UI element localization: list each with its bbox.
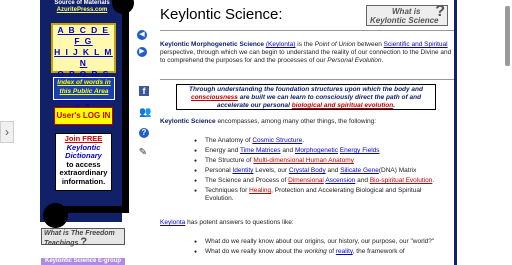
previous-page-arrow[interactable]: ›: [0, 121, 14, 143]
item-text: The Science and Process of: [205, 177, 289, 184]
pen-icon[interactable]: ✎: [138, 148, 148, 158]
item-text: and: [325, 167, 341, 174]
list-item: The Structure of Multi-dimensional Human…: [194, 157, 450, 165]
list-item: What do we really know about the working…: [194, 248, 450, 256]
encompasses-text: encompasses, among many other things, th…: [215, 118, 377, 125]
item-link[interactable]: Dimensional: [288, 177, 324, 184]
page-title: Keylontic Science:: [160, 6, 283, 23]
keylonta-link[interactable]: Keylonta: [160, 219, 185, 226]
encompasses-list: The Anatomy of Cosmic Structure. Energy …: [194, 137, 450, 205]
item-link[interactable]: Cosmic Structure: [252, 137, 302, 144]
item-text: and: [280, 147, 295, 154]
item-text: What do we really know about the: [205, 248, 305, 255]
freedom-teachings-link[interactable]: What is The Freedom Teachings ?: [41, 228, 125, 248]
item-text: of: [326, 248, 336, 255]
list-item: What do we really know about our origins…: [194, 238, 450, 246]
item-link[interactable]: Silicate Gene: [340, 167, 379, 174]
item-text: Levels, our: [253, 167, 289, 174]
item-link[interactable]: Ascension: [325, 177, 355, 184]
question-mark-icon: ?: [80, 236, 88, 248]
list-item: The Science and Process of Dimensional A…: [194, 177, 450, 185]
intro-ital: Point of Union: [314, 41, 356, 48]
rail-bottom-cap: [43, 203, 68, 228]
play-forward-icon[interactable]: ▶: [137, 47, 147, 57]
sidebar-rail: [122, 0, 129, 210]
people-icon[interactable]: 👥: [139, 108, 151, 118]
logo-line1: What is: [392, 7, 421, 16]
intro-paragraph: Keylontic Morphogenetic Science (Keylont…: [160, 41, 452, 65]
item-text: The Structure of: [205, 157, 254, 164]
intro-text: perspective, through which we can begin …: [160, 49, 452, 64]
item-link[interactable]: Healing: [249, 187, 271, 194]
questions-list: What do we really know about our origins…: [194, 238, 450, 258]
item-text: .: [432, 177, 435, 184]
list-item: Personal Identity Levels, our Crystal Bo…: [194, 167, 450, 175]
content-right-border: [454, 0, 457, 265]
list-item: Techniques for Healing, Protection and A…: [194, 187, 450, 203]
item-text: and: [355, 177, 370, 184]
alphabet-index[interactable]: A B C D E F G H I J K L M N O P Q R S T …: [51, 23, 116, 112]
keylonta-link[interactable]: (Keylonta): [266, 41, 296, 48]
banner-line: Through understanding the foundation str…: [189, 86, 423, 93]
intro-text: between: [355, 41, 384, 48]
item-text: Energy and: [205, 147, 240, 154]
item-text: , the framework of: [352, 248, 405, 255]
item-text: Techniques for: [205, 187, 250, 194]
encompasses-bold: Keylontic Science: [160, 118, 216, 125]
question-mark-icon: ?: [435, 3, 445, 20]
banner-line: accelerate our personal: [216, 102, 292, 109]
source-of-materials: Source of Materials AzuritePress.com: [43, 0, 121, 14]
item-link[interactable]: Time Matrices: [240, 147, 281, 154]
index-of-words-link[interactable]: Index of words in this Public Area: [53, 77, 115, 100]
intro-text: is the: [295, 41, 315, 48]
answers-text: has potent answers to questions like:: [185, 219, 294, 226]
item-link[interactable]: Bio-spiritual Evolution: [370, 177, 433, 184]
item-link[interactable]: Energy Fields: [340, 147, 380, 154]
item-text: (DNA) Matrix: [378, 167, 417, 174]
divider: [160, 30, 455, 31]
answers-paragraph: Keylonta has potent answers to questions…: [160, 219, 452, 227]
login-button[interactable]: User's LOG IN: [54, 107, 113, 125]
intro-bold: Keylontic Morphogenetic Science: [160, 41, 265, 48]
facebook-icon[interactable]: f: [139, 86, 149, 96]
dict-description: to access extraordinary information.: [59, 159, 108, 186]
dict-title[interactable]: Keylontic Dictionary: [56, 143, 111, 161]
logo-line2: Keylontic Science: [370, 16, 439, 25]
consciousness-link[interactable]: consciousness: [191, 94, 238, 101]
list-item: The Anatomy of Cosmic Structure.: [194, 137, 450, 145]
banner-line: .: [393, 102, 396, 109]
item-link[interactable]: Crystal Body: [289, 167, 326, 174]
scientific-spiritual-link[interactable]: Scientific and Spiritual: [384, 41, 448, 48]
item-link[interactable]: Identity: [232, 167, 253, 174]
source-link[interactable]: AzuritePress.com: [43, 7, 121, 14]
item-link[interactable]: Morphogenetic: [295, 147, 338, 154]
evolution-link[interactable]: biological and spiritual evolution: [292, 102, 393, 109]
intro-ital: Personal Evolution: [327, 57, 382, 64]
item-text: working: [304, 248, 327, 255]
item-text: Personal: [205, 167, 233, 174]
banner-line: are built we can learn to consciously di…: [237, 94, 422, 101]
item-text: The Anatomy of: [205, 137, 253, 144]
divider: [160, 79, 455, 80]
reality-link[interactable]: reality: [336, 248, 353, 255]
scrollbar-thumb[interactable]: [505, 6, 510, 66]
item-link[interactable]: Multi-dimensional Human Anatomy: [253, 157, 353, 164]
encompasses-paragraph: Keylontic Science encompasses, among man…: [160, 118, 452, 126]
alphabet-row[interactable]: H I J K L M N: [53, 47, 114, 69]
intro-text: .: [381, 57, 384, 64]
keylontic-logo-link[interactable]: What is Keylontic Science ?: [366, 3, 448, 26]
play-back-icon[interactable]: ◀: [137, 30, 147, 40]
alphabet-row[interactable]: A B C D E F G: [53, 25, 114, 47]
egroup-link[interactable]: Keylontic Science E-group: [41, 258, 125, 265]
list-item: Energy and Time Matrices and Morphogenet…: [194, 147, 450, 155]
source-label: Source of Materials: [54, 0, 110, 6]
help-icon[interactable]: ?: [139, 128, 149, 138]
dictionary-signup[interactable]: Join FREE Keylontic Dictionary to access…: [55, 133, 112, 191]
item-text: .: [302, 137, 305, 144]
item-text: What do we really know about our origins…: [205, 238, 435, 245]
foundation-banner: Through understanding the foundation str…: [176, 84, 436, 110]
